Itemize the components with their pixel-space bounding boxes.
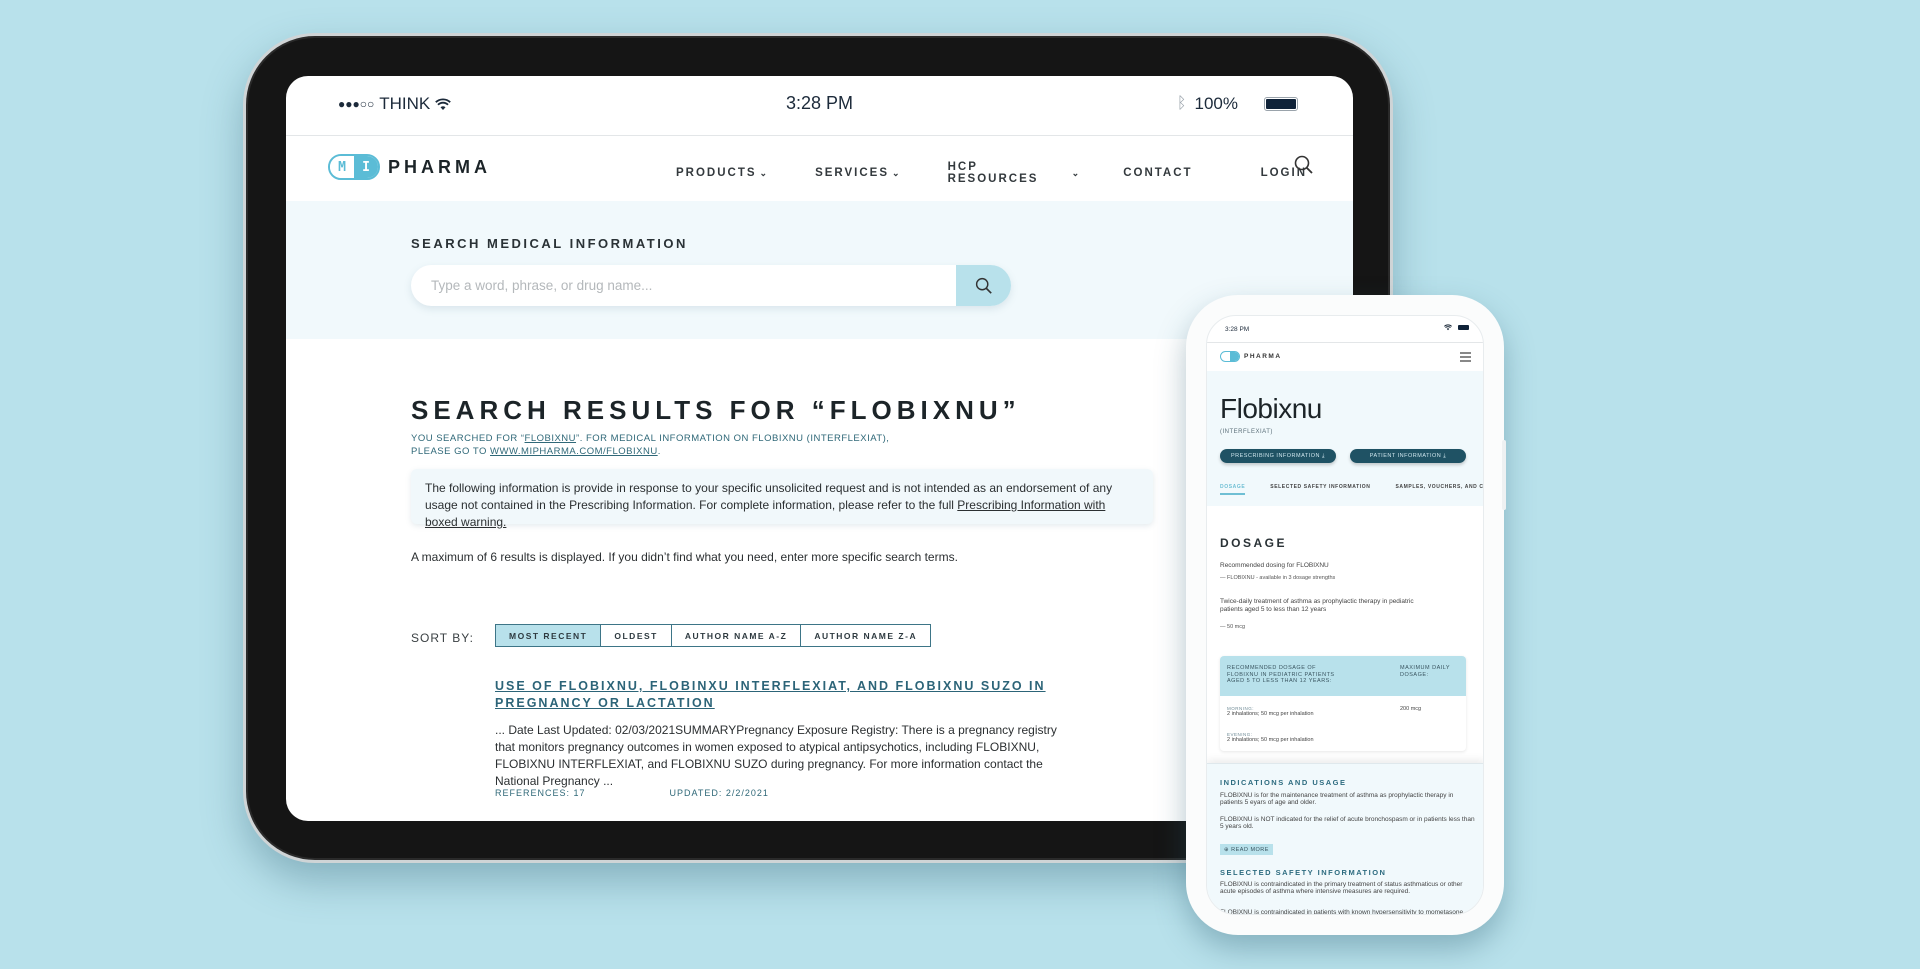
product-subtitle: (INTERFLEXIAT) [1220,429,1273,435]
safety-heading: SELECTED SAFETY INFORMATION [1220,868,1387,877]
product-site-link[interactable]: WWW.MIPHARMA.COM/FLOBIXNU [490,446,658,457]
sort-oldest[interactable]: OLDEST [601,625,672,646]
max-results-note: A maximum of 6 results is displayed. If … [411,550,958,564]
results-title: SEARCH RESULTS FOR “FLOBIXNU” [411,395,1021,425]
wifi-icon [1444,324,1452,331]
search-submit-button[interactable] [956,265,1011,306]
isi-panel: INDICATIONS AND USAGE FLOBIXNU is for th… [1207,763,1483,914]
tab-safety[interactable]: SELECTED SAFETY INFORMATION [1270,484,1370,495]
search-term-link[interactable]: FLOBIXNU [525,433,577,444]
status-bar: ●●●○○ THINK 3:28 PM ᛒ 100% [286,76,1353,136]
dosage-heading: DOSAGE [1220,536,1288,550]
dosage-table: RECOMMENDED DOSAGE OF FLOBIXNU IN PEDIAT… [1220,656,1466,751]
battery-icon [1458,325,1469,330]
product-title: Flobixnu [1220,393,1322,424]
phone-screen: 3:28 PM PHARMA Flobixnu (INTERFLEXIAT) P… [1206,315,1484,915]
chevron-down-icon: ⌄ [892,167,902,178]
prescribing-info-button[interactable]: PRESCRIBING INFORMATION ⤓ [1220,449,1336,463]
search-input[interactable] [411,265,956,306]
bluetooth-icon: ᛒ [1176,95,1187,112]
nav-links: PRODUCTS ⌄ SERVICES ⌄ HCP RESOURCES ⌄ CONTA… [676,161,1353,185]
logo-pill-icon: M I [328,154,380,180]
tab-samples[interactable]: SAMPLES, VOUCHERS, AND C [1395,484,1483,495]
chevron-down-icon: ⌄ [1071,167,1082,178]
indications-heading: INDICATIONS AND USAGE [1220,778,1347,787]
search-section: SEARCH MEDICAL INFORMATION [286,201,1353,339]
result-snippet: ... Date Last Updated: 02/03/2021SUMMARY… [495,723,1057,788]
sort-label: SORT BY: [411,631,474,645]
phone-hero: Flobixnu (INTERFLEXIAT) PRESCRIBING INFO… [1207,371,1483,506]
search-label: SEARCH MEDICAL INFORMATION [411,236,688,251]
tab-dosage[interactable]: DOSAGE [1220,484,1246,495]
results-subtitle: YOU SEARCHED FOR “FLOBIXNU”. FOR MEDICAL… [411,433,890,457]
sort-author-a-z[interactable]: AUTHOR NAME A-Z [671,625,802,646]
patient-info-button[interactable]: PATIENT INFORMATION ⤓ [1350,449,1466,463]
battery-percent: 100% [1194,94,1238,113]
search-box [411,265,1011,306]
logo[interactable]: M I PHARMA [328,154,491,180]
disclaimer-notice: The following information is provide in … [411,469,1153,529]
nav-item-contact[interactable]: CONTACT [1123,161,1192,185]
read-more-button[interactable]: ⊕ READ MORE [1220,844,1273,855]
result-references: REFERENCES: 17 [495,788,586,798]
search-icon [1294,155,1313,174]
phone-logo[interactable]: PHARMA [1220,351,1282,362]
nav-item-hcp-resources[interactable]: HCP RESOURCES ⌄ [948,161,1082,185]
phone-status-time: 3:28 PM [1225,326,1250,333]
phone-nav: PHARMA [1207,343,1483,371]
phone-tabs: DOSAGE SELECTED SAFETY INFORMATION SAMPL… [1220,484,1483,495]
top-nav: M I PHARMA PRODUCTS ⌄ SERVICES ⌄ HCP RESOU… [286,136,1353,201]
hamburger-menu-icon[interactable] [1460,352,1471,364]
table-row: EVENING: 2 inhalations; 50 mcg per inhal… [1227,732,1314,743]
chevron-down-icon: ⌄ [759,167,770,178]
sort-author-z-a[interactable]: AUTHOR NAME Z-A [801,625,931,646]
result-title-link[interactable]: USE OF FLOBIXNU, FLOBINXU INTERFLEXIAT, … [495,678,1135,712]
result-updated: UPDATED: 2/2/2021 [669,788,769,798]
sort-options: MOST RECENT OLDEST AUTHOR NAME A-Z AUTHO… [495,624,932,647]
search-icon [975,277,992,294]
sort-most-recent[interactable]: MOST RECENT [496,625,602,646]
phone-status-bar: 3:28 PM [1207,316,1483,343]
nav-search-button[interactable] [1294,155,1314,180]
result-meta: REFERENCES: 17 UPDATED: 2/2/2021 [495,788,769,798]
battery-icon [1264,97,1298,111]
nav-item-products[interactable]: PRODUCTS ⌄ [676,161,769,185]
logo-pill-icon [1220,351,1240,362]
phone-side-button [1502,440,1506,510]
logo-text: PHARMA [388,156,491,177]
phone-device: 3:28 PM PHARMA Flobixnu (INTERFLEXIAT) P… [1186,295,1504,935]
nav-item-services[interactable]: SERVICES ⌄ [815,161,902,185]
table-row: MORNING: 2 inhalations; 50 mcg per inhal… [1227,706,1314,717]
